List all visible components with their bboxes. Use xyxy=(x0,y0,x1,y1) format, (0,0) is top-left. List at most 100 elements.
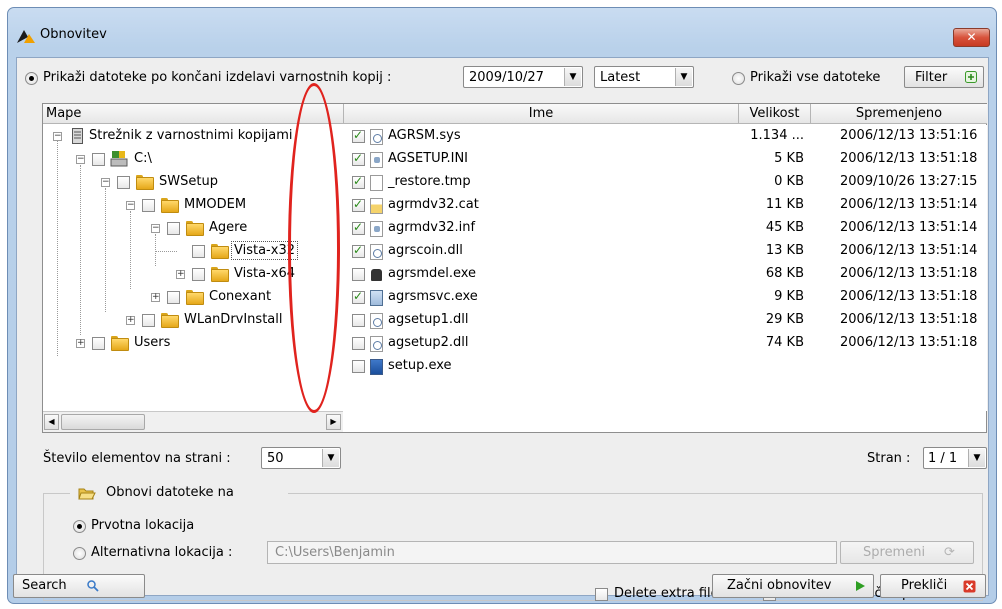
add-icon xyxy=(965,71,977,83)
expand-icon[interactable]: + xyxy=(76,339,85,348)
file-row[interactable]: agrmdv32.inf 45 KB 2006/12/13 13:51:14 xyxy=(344,217,987,240)
file-row[interactable]: agsetup1.dll 29 KB 2006/12/13 13:51:18 xyxy=(344,309,987,332)
original-location-radio[interactable] xyxy=(73,520,86,533)
file-size: 29 KB xyxy=(765,312,804,327)
tree-node-conexant[interactable]: + Conexant xyxy=(43,286,343,309)
collapse-icon[interactable]: − xyxy=(76,155,85,164)
file-row[interactable]: _restore.tmp 0 KB 2009/10/26 13:27:15 xyxy=(344,171,987,194)
tree-node-swsetup[interactable]: − SWSetup xyxy=(43,171,343,194)
file-row[interactable]: AGRSM.sys 1.134 ... 2006/12/13 13:51:16 xyxy=(344,125,987,148)
tree-node-server[interactable]: − Strežnik z varnostnimi kopijami xyxy=(43,125,343,148)
expand-icon[interactable]: + xyxy=(126,316,135,325)
file-row[interactable]: AGSETUP.INI 5 KB 2006/12/13 13:51:18 xyxy=(344,148,987,171)
page-select[interactable]: 1 / 1 ▼ xyxy=(923,447,987,469)
close-button[interactable]: ✕ xyxy=(953,28,990,47)
file-size: 11 KB xyxy=(765,197,804,212)
tree-checkbox[interactable] xyxy=(142,314,155,327)
file-row[interactable]: agrmdv32.cat 11 KB 2006/12/13 13:51:14 xyxy=(344,194,987,217)
file-modified: 2006/12/13 13:51:18 xyxy=(840,312,978,327)
header-size[interactable]: Velikost xyxy=(739,104,810,124)
file-modified: 2006/12/13 13:51:14 xyxy=(840,220,978,235)
tree-checkbox[interactable] xyxy=(192,268,205,281)
tree-node-vista-x64[interactable]: + Vista-x64 xyxy=(43,263,343,286)
tree-node-label: MMODEM xyxy=(184,197,247,212)
tree-node-c-drive[interactable]: − C:\ xyxy=(43,148,343,171)
search-icon xyxy=(87,580,99,592)
tree-checkbox[interactable] xyxy=(167,291,180,304)
ini-file-icon xyxy=(370,152,383,168)
tree-node-vista-x32[interactable]: Vista-x32 xyxy=(43,240,343,263)
show-after-radio[interactable] xyxy=(25,72,38,85)
expand-icon[interactable]: + xyxy=(176,270,185,279)
collapse-icon[interactable]: − xyxy=(53,132,62,141)
header-divider[interactable] xyxy=(343,104,344,124)
folder-icon xyxy=(161,313,179,328)
title-bar: Obnovitev ✕ xyxy=(8,8,996,56)
change-button-label: Spremeni xyxy=(863,545,926,560)
folder-icon xyxy=(211,267,229,282)
date-select[interactable]: 2009/10/27 ▼ xyxy=(463,66,583,88)
tree-node-agere[interactable]: − Agere xyxy=(43,217,343,240)
tree-node-wlandrvinstall[interactable]: + WLanDrvInstall xyxy=(43,309,343,332)
exe-file-icon xyxy=(370,267,383,283)
tree-checkbox[interactable] xyxy=(142,199,155,212)
file-row[interactable]: agrsmdel.exe 68 KB 2006/12/13 13:51:18 xyxy=(344,263,987,286)
delete-extra-checkbox[interactable] xyxy=(595,588,608,601)
alternative-location-label: Alternativna lokacija : xyxy=(91,545,233,560)
tree-checkbox[interactable] xyxy=(117,176,130,189)
expand-icon[interactable]: + xyxy=(151,293,160,302)
file-checkbox[interactable] xyxy=(352,314,365,327)
open-folder-icon xyxy=(78,488,96,500)
alternative-location-radio[interactable] xyxy=(73,547,86,560)
file-checkbox[interactable] xyxy=(352,151,365,166)
scroll-left-icon[interactable]: ◀ xyxy=(44,414,59,430)
scroll-right-icon[interactable]: ▶ xyxy=(326,414,341,430)
collapse-icon[interactable]: − xyxy=(151,224,160,233)
filter-button[interactable]: Filter xyxy=(904,66,984,88)
file-checkbox[interactable] xyxy=(352,128,365,143)
tree-checkbox[interactable] xyxy=(167,222,180,235)
tree-checkbox[interactable] xyxy=(92,153,105,166)
file-row[interactable]: agsetup2.dll 74 KB 2006/12/13 13:51:18 xyxy=(344,332,987,355)
file-row[interactable]: agrsmsvc.exe 9 KB 2006/12/13 13:51:18 xyxy=(344,286,987,309)
per-page-label: Število elementov na strani : xyxy=(43,451,231,466)
header-folders[interactable]: Mape xyxy=(43,104,343,124)
alternative-path-input[interactable] xyxy=(268,542,836,563)
file-row[interactable]: agrscoin.dll 13 KB 2006/12/13 13:51:14 xyxy=(344,240,987,263)
header-divider[interactable] xyxy=(738,104,739,124)
file-checkbox[interactable] xyxy=(352,220,365,235)
file-row[interactable]: setup.exe xyxy=(344,355,987,378)
tree-horizontal-scrollbar[interactable]: ◀ ▶ xyxy=(43,411,343,432)
file-checkbox[interactable] xyxy=(352,243,365,258)
cat-file-icon xyxy=(370,198,383,214)
scrollbar-thumb[interactable] xyxy=(61,414,145,430)
cancel-button[interactable]: Prekliči xyxy=(880,574,986,598)
cancel-button-label: Prekliči xyxy=(901,578,948,593)
search-button[interactable]: Search xyxy=(13,574,145,598)
alternative-path-field[interactable] xyxy=(267,541,837,564)
file-checkbox[interactable] xyxy=(352,337,365,350)
search-button-label: Search xyxy=(22,578,67,593)
version-select[interactable]: Latest ▼ xyxy=(594,66,694,88)
header-name[interactable]: Ime xyxy=(344,104,738,124)
tree-line xyxy=(155,251,177,252)
file-checkbox[interactable] xyxy=(352,360,365,373)
collapse-icon[interactable]: − xyxy=(126,201,135,210)
tree-checkbox[interactable] xyxy=(192,245,205,258)
file-checkbox[interactable] xyxy=(352,174,365,189)
file-checkbox[interactable] xyxy=(352,268,365,281)
collapse-icon[interactable]: − xyxy=(101,178,110,187)
start-restore-button[interactable]: Začni obnovitev xyxy=(712,574,874,598)
change-button[interactable]: Spremeni ⟳ xyxy=(840,541,974,564)
tree-node-mmodem[interactable]: − MMODEM xyxy=(43,194,343,217)
tree-checkbox[interactable] xyxy=(92,337,105,350)
show-all-radio[interactable] xyxy=(732,72,745,85)
tree-node-users[interactable]: + Users xyxy=(43,332,343,355)
header-divider[interactable] xyxy=(810,104,811,124)
file-checkbox[interactable] xyxy=(352,289,365,304)
file-checkbox[interactable] xyxy=(352,197,365,212)
file-modified: 2006/12/13 13:51:18 xyxy=(840,266,978,281)
per-page-select[interactable]: 50 ▼ xyxy=(261,447,341,469)
header-modified[interactable]: Spremenjeno xyxy=(811,104,987,124)
file-size: 5 KB xyxy=(774,151,804,166)
